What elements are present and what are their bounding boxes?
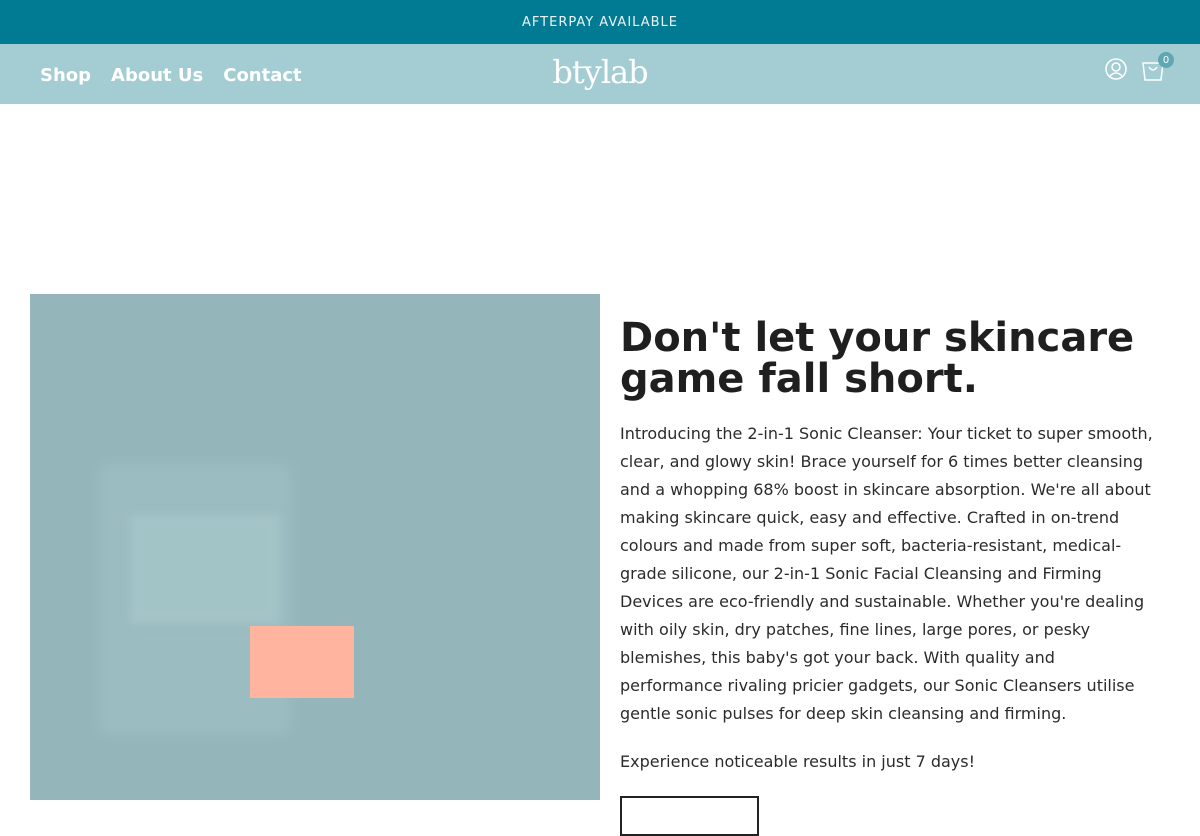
image-blur-shape-2 [130, 514, 280, 624]
hero-content: Don't let your skincare game fall short.… [620, 318, 1160, 776]
nav-about-us[interactable]: About Us [111, 63, 203, 86]
nav-shop[interactable]: Shop [40, 63, 91, 86]
product-swatch [250, 626, 354, 698]
site-header: Shop About Us Contact btylab 0 [0, 44, 1200, 104]
hero-description: Introducing the 2-in-1 Sonic Cleanser: Y… [620, 424, 1153, 723]
cart-count-badge: 0 [1158, 52, 1174, 68]
nav-contact[interactable]: Contact [223, 63, 301, 86]
announcement-bar: AFTERPAY AVAILABLE [0, 0, 1200, 44]
announcement-text: AFTERPAY AVAILABLE [522, 14, 678, 30]
product-image [30, 294, 600, 800]
cta-button[interactable] [620, 796, 759, 836]
brand-logo[interactable]: btylab [550, 50, 650, 94]
user-icon[interactable] [1104, 57, 1128, 81]
main-nav: Shop About Us Contact [40, 44, 322, 104]
hero-tagline: Experience noticeable results in just 7 … [620, 752, 976, 771]
hero-headline: Don't let your skincare game fall short. [620, 315, 1135, 402]
